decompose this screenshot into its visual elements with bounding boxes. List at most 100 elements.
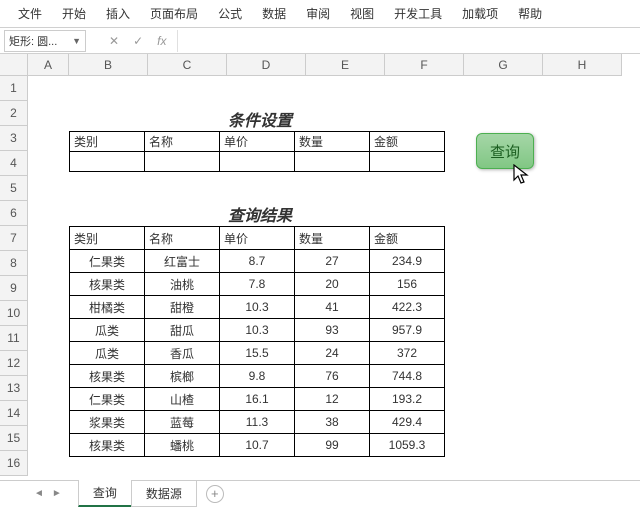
condition-cell[interactable] bbox=[145, 152, 220, 172]
row-header[interactable]: 14 bbox=[0, 401, 28, 426]
menu-item[interactable]: 加载项 bbox=[452, 0, 508, 27]
table-row[interactable]: 核果类蟠桃10.7991059.3 bbox=[70, 434, 445, 457]
result-cell[interactable]: 瓜类 bbox=[70, 319, 145, 342]
result-cell[interactable]: 7.8 bbox=[220, 273, 295, 296]
menu-item[interactable]: 开始 bbox=[52, 0, 96, 27]
column-header[interactable]: H bbox=[543, 54, 622, 76]
condition-cell[interactable] bbox=[70, 152, 145, 172]
result-cell[interactable]: 瓜类 bbox=[70, 342, 145, 365]
menu-item[interactable]: 审阅 bbox=[296, 0, 340, 27]
result-cell[interactable]: 油桃 bbox=[145, 273, 220, 296]
sheet-next-icon[interactable]: ► bbox=[48, 488, 66, 499]
table-row[interactable]: 柑橘类甜橙10.341422.3 bbox=[70, 296, 445, 319]
result-cell[interactable]: 93 bbox=[295, 319, 370, 342]
result-cell[interactable]: 20 bbox=[295, 273, 370, 296]
name-box[interactable]: 矩形: 圆... ▼ bbox=[4, 30, 86, 52]
result-cell[interactable]: 柑橘类 bbox=[70, 296, 145, 319]
table-row[interactable]: 浆果类蓝莓11.338429.4 bbox=[70, 411, 445, 434]
result-cell[interactable]: 核果类 bbox=[70, 273, 145, 296]
name-box-dropdown-icon[interactable]: ▼ bbox=[72, 36, 81, 46]
menu-item[interactable]: 数据 bbox=[252, 0, 296, 27]
result-cell[interactable]: 422.3 bbox=[370, 296, 445, 319]
menu-item[interactable]: 视图 bbox=[340, 0, 384, 27]
condition-cell[interactable] bbox=[295, 152, 370, 172]
result-cell[interactable]: 11.3 bbox=[220, 411, 295, 434]
menu-item[interactable]: 开发工具 bbox=[384, 0, 452, 27]
result-cell[interactable]: 27 bbox=[295, 250, 370, 273]
table-row[interactable]: 仁果类山楂16.112193.2 bbox=[70, 388, 445, 411]
row-header[interactable]: 10 bbox=[0, 301, 28, 326]
row-header[interactable]: 13 bbox=[0, 376, 28, 401]
menu-item[interactable]: 文件 bbox=[8, 0, 52, 27]
cells-area[interactable]: 条件设置 类别名称单价数量金额 查询 查询结果 类别名称单价数量金额 bbox=[28, 76, 640, 478]
column-header[interactable]: B bbox=[69, 54, 148, 76]
add-sheet-button[interactable]: + bbox=[206, 485, 224, 503]
result-cell[interactable]: 9.8 bbox=[220, 365, 295, 388]
table-row[interactable]: 仁果类红富士8.727234.9 bbox=[70, 250, 445, 273]
row-header[interactable]: 11 bbox=[0, 326, 28, 351]
result-cell[interactable]: 10.7 bbox=[220, 434, 295, 457]
result-cell[interactable]: 429.4 bbox=[370, 411, 445, 434]
result-cell[interactable]: 仁果类 bbox=[70, 250, 145, 273]
table-row[interactable]: 瓜类甜瓜10.393957.9 bbox=[70, 319, 445, 342]
cancel-icon[interactable]: ✕ bbox=[102, 34, 126, 48]
row-header[interactable]: 8 bbox=[0, 251, 28, 276]
result-cell[interactable]: 76 bbox=[295, 365, 370, 388]
sheet-nav[interactable]: ◄ ► bbox=[30, 488, 66, 499]
result-cell[interactable]: 41 bbox=[295, 296, 370, 319]
result-cell[interactable]: 甜瓜 bbox=[145, 319, 220, 342]
row-header[interactable]: 5 bbox=[0, 176, 28, 201]
result-cell[interactable]: 山楂 bbox=[145, 388, 220, 411]
column-header[interactable]: F bbox=[385, 54, 464, 76]
confirm-icon[interactable]: ✓ bbox=[126, 34, 150, 48]
result-cell[interactable]: 红富士 bbox=[145, 250, 220, 273]
result-cell[interactable]: 156 bbox=[370, 273, 445, 296]
row-header[interactable]: 6 bbox=[0, 201, 28, 226]
condition-cell[interactable] bbox=[370, 152, 445, 172]
column-header[interactable]: D bbox=[227, 54, 306, 76]
query-button[interactable]: 查询 bbox=[476, 133, 534, 169]
column-header[interactable]: A bbox=[28, 54, 69, 76]
result-cell[interactable]: 浆果类 bbox=[70, 411, 145, 434]
result-cell[interactable]: 24 bbox=[295, 342, 370, 365]
column-header[interactable]: E bbox=[306, 54, 385, 76]
column-header[interactable]: C bbox=[148, 54, 227, 76]
sheet-tab-datasource[interactable]: 数据源 bbox=[131, 481, 197, 507]
row-header[interactable]: 2 bbox=[0, 101, 28, 126]
row-header[interactable]: 9 bbox=[0, 276, 28, 301]
row-header[interactable]: 15 bbox=[0, 426, 28, 451]
result-cell[interactable]: 234.9 bbox=[370, 250, 445, 273]
result-cell[interactable]: 蓝莓 bbox=[145, 411, 220, 434]
result-cell[interactable]: 8.7 bbox=[220, 250, 295, 273]
row-header[interactable]: 12 bbox=[0, 351, 28, 376]
result-cell[interactable]: 372 bbox=[370, 342, 445, 365]
column-header[interactable]: G bbox=[464, 54, 543, 76]
row-header[interactable]: 3 bbox=[0, 126, 28, 151]
result-cell[interactable]: 槟榔 bbox=[145, 365, 220, 388]
result-cell[interactable]: 957.9 bbox=[370, 319, 445, 342]
table-row[interactable]: 核果类槟榔9.876744.8 bbox=[70, 365, 445, 388]
sheet-prev-icon[interactable]: ◄ bbox=[30, 488, 48, 499]
result-cell[interactable]: 1059.3 bbox=[370, 434, 445, 457]
result-cell[interactable]: 99 bbox=[295, 434, 370, 457]
result-cell[interactable]: 10.3 bbox=[220, 319, 295, 342]
row-header[interactable]: 7 bbox=[0, 226, 28, 251]
result-cell[interactable]: 甜橙 bbox=[145, 296, 220, 319]
result-cell[interactable]: 38 bbox=[295, 411, 370, 434]
menu-item[interactable]: 页面布局 bbox=[140, 0, 208, 27]
condition-table[interactable]: 类别名称单价数量金额 bbox=[69, 131, 445, 172]
menu-item[interactable]: 公式 bbox=[208, 0, 252, 27]
row-header[interactable]: 16 bbox=[0, 451, 28, 476]
table-row[interactable]: 瓜类香瓜15.524372 bbox=[70, 342, 445, 365]
table-row[interactable]: 核果类油桃7.820156 bbox=[70, 273, 445, 296]
row-header[interactable]: 1 bbox=[0, 76, 28, 101]
select-all-corner[interactable] bbox=[0, 54, 28, 76]
formula-input[interactable] bbox=[177, 30, 640, 52]
result-cell[interactable]: 仁果类 bbox=[70, 388, 145, 411]
result-cell[interactable]: 核果类 bbox=[70, 434, 145, 457]
fx-icon[interactable]: fx bbox=[150, 34, 173, 48]
sheet-tab-query[interactable]: 查询 bbox=[78, 480, 132, 507]
result-cell[interactable]: 12 bbox=[295, 388, 370, 411]
result-cell[interactable]: 10.3 bbox=[220, 296, 295, 319]
result-cell[interactable]: 15.5 bbox=[220, 342, 295, 365]
